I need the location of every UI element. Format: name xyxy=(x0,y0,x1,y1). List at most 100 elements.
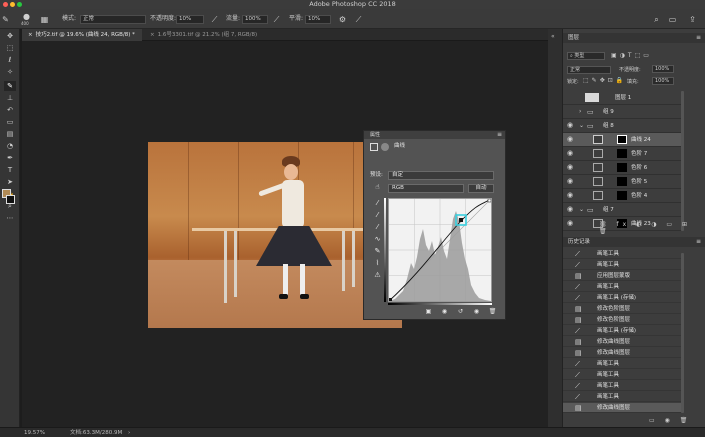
marquee-tool-icon[interactable]: ⬚ xyxy=(4,43,16,53)
layer-filter-icons[interactable]: ▣◑T⬚▭ xyxy=(611,52,652,59)
opacity-input[interactable]: 10% xyxy=(176,15,204,24)
chevron-right-icon[interactable]: › xyxy=(579,105,581,119)
layer-row[interactable]: › ▭ 组 9 xyxy=(563,105,681,119)
clip-to-layer-icon[interactable]: ▣ xyxy=(424,307,433,316)
channel-select[interactable]: RGB xyxy=(388,184,464,193)
pressure-opacity-icon[interactable]: ⟋ xyxy=(210,15,219,24)
layer-row[interactable]: ◉ 色阶 7 xyxy=(563,147,681,161)
layer-mask-thumbnail[interactable] xyxy=(617,163,627,172)
clone-stamp-tool-icon[interactable]: ⊥ xyxy=(4,93,16,103)
tab-close-icon[interactable]: × xyxy=(150,32,155,38)
layer-mask-thumbnail[interactable] xyxy=(617,135,627,144)
lasso-tool-icon[interactable]: ℓ xyxy=(4,55,16,65)
pen-tool-icon[interactable]: ✒ xyxy=(4,153,16,163)
visibility-eye-icon[interactable]: ◉ xyxy=(567,121,575,130)
layer-mask-thumbnail[interactable] xyxy=(617,177,627,186)
reset-icon[interactable]: ↺ xyxy=(456,307,465,316)
history-item[interactable]: ⟋ 画笔工具 (存储) xyxy=(563,326,681,336)
white-point-handle[interactable] xyxy=(487,199,491,203)
lock-icons[interactable]: ⬚✎✥⊡🔒 xyxy=(583,77,626,84)
layer-mask-thumbnail[interactable] xyxy=(617,149,627,158)
view-previous-state-icon[interactable]: ◉ xyxy=(440,307,449,316)
search-icon[interactable]: ⌕ xyxy=(652,15,661,24)
blend-mode-select[interactable]: 正常 xyxy=(567,66,611,74)
history-item[interactable]: ⟋ 画笔工具 xyxy=(563,359,681,369)
tab-close-icon[interactable]: × xyxy=(28,32,33,38)
brush-tool-icon[interactable]: ✎ xyxy=(4,81,16,91)
visibility-eye-icon[interactable]: ◉ xyxy=(567,163,575,172)
history-item[interactable]: ⟋ 画笔工具 xyxy=(563,370,681,380)
layer-row[interactable]: ◉ 色阶 5 xyxy=(563,175,681,189)
type-tool-icon[interactable]: T xyxy=(4,165,16,175)
history-item[interactable]: ⟋ 画笔工具 xyxy=(563,260,681,270)
brush-preset-picker[interactable]: ● xyxy=(22,12,31,21)
history-brush-tool-icon[interactable]: ↶ xyxy=(4,105,16,115)
layer-row-selected[interactable]: ◉ 曲线 24 xyxy=(563,133,681,147)
layer-row[interactable]: ◉ 色阶 4 xyxy=(563,189,681,203)
visibility-eye-icon[interactable]: ◉ xyxy=(472,307,481,316)
curves-graph-svg[interactable] xyxy=(389,199,491,301)
layer-row[interactable]: ◉ 色阶 6 xyxy=(563,161,681,175)
dodge-tool-icon[interactable]: ◔ xyxy=(4,141,16,151)
workspace-icon[interactable]: ▭ xyxy=(668,15,677,24)
move-tool-icon[interactable]: ✥ xyxy=(4,31,16,41)
visibility-eye-icon[interactable]: ◉ xyxy=(567,205,575,214)
tab-document-2[interactable]: × 1.6号3301.tif @ 21.2% (组 7, RGB/8) xyxy=(144,29,294,41)
white-point-eyedropper-icon[interactable]: ⁄ xyxy=(372,223,383,232)
visibility-eye-icon[interactable]: ◉ xyxy=(567,149,575,158)
history-item[interactable]: ▤ 修改曲线图层 xyxy=(563,348,681,358)
preset-select[interactable]: 自定 xyxy=(388,171,494,180)
flow-input[interactable]: 100% xyxy=(242,15,268,24)
layer-opacity-input[interactable]: 100% xyxy=(652,65,674,73)
curve-points-icon[interactable]: ∿ xyxy=(372,235,383,244)
layer-row[interactable]: ◉ ⌄ ▭ 组 7 xyxy=(563,203,681,217)
panel-menu-icon[interactable]: ≡ xyxy=(497,131,502,139)
black-point-eyedropper-icon[interactable]: ⁄ xyxy=(372,199,383,208)
brush-tool-icon[interactable]: ✎ xyxy=(1,15,10,24)
history-item[interactable]: ▤ 修改色阶图层 xyxy=(563,304,681,314)
gear-icon[interactable]: ⚙ xyxy=(338,15,347,24)
tab-document-1[interactable]: × 技巧2.tif @ 19.6% (曲线 24, RGB/8) * xyxy=(22,29,142,41)
clipping-warning-icon[interactable]: ⚠ xyxy=(372,271,383,280)
chevron-down-icon[interactable]: ⌄ xyxy=(579,119,584,133)
status-menu-arrow-icon[interactable]: › xyxy=(128,428,130,437)
panel-menu-icon[interactable]: ≡ xyxy=(696,33,701,43)
panel-menu-icon[interactable]: ≡ xyxy=(696,237,701,247)
history-item[interactable]: ⟋ 画笔工具 (存储) xyxy=(563,293,681,303)
curve-point-handle[interactable] xyxy=(459,218,463,222)
history-item-selected[interactable]: ▤ 修改曲线图层 xyxy=(563,403,681,413)
tab-history[interactable]: 历史记录 xyxy=(568,237,590,247)
target-adjust-icon[interactable]: ☝ xyxy=(372,183,383,192)
layer-kind-filter[interactable]: ⌕ 类型 xyxy=(567,52,605,60)
history-item[interactable]: ▤ 修改曲线图层 xyxy=(563,337,681,347)
airbrush-icon[interactable]: ⟋ xyxy=(272,15,281,24)
history-item[interactable]: ⟋ 画笔工具 xyxy=(563,392,681,402)
layer-mask-thumbnail[interactable] xyxy=(617,191,627,200)
layer-row[interactable]: ◉ ⌄ ▭ 组 8 xyxy=(563,119,681,133)
gray-point-eyedropper-icon[interactable]: ⁄ xyxy=(372,211,383,220)
history-scrollbar[interactable] xyxy=(681,253,684,413)
history-item[interactable]: ⟋ 画笔工具 xyxy=(563,282,681,292)
smooth-curve-icon[interactable]: ⌇ xyxy=(372,259,383,268)
mode-select[interactable]: 正常 xyxy=(80,15,146,24)
visibility-eye-icon[interactable]: ◉ xyxy=(567,191,575,200)
trash-icon[interactable]: 🗑 xyxy=(488,307,497,316)
pressure-size-icon[interactable]: ⟋ xyxy=(354,15,363,24)
gradient-tool-icon[interactable]: ▤ xyxy=(4,129,16,139)
tab-layers[interactable]: 图层 xyxy=(568,33,579,43)
edit-toolbar-icon[interactable]: ⋯ xyxy=(4,213,16,223)
visibility-eye-icon[interactable]: ◉ xyxy=(567,177,575,186)
tab-properties[interactable]: 属性 xyxy=(370,131,380,139)
share-icon[interactable]: ⇪ xyxy=(688,15,697,24)
path-select-tool-icon[interactable]: ➤ xyxy=(4,177,16,187)
visibility-eye-icon[interactable]: ◉ xyxy=(567,135,575,144)
smooth-input[interactable]: 10% xyxy=(305,15,331,24)
history-item[interactable]: ⟋ 画笔工具 xyxy=(563,381,681,391)
background-color-swatch[interactable] xyxy=(6,195,15,204)
document-info[interactable]: 文档:63.3M/280.9M xyxy=(70,428,122,437)
visibility-eye-icon[interactable]: ◉ xyxy=(567,219,575,228)
black-point-handle[interactable] xyxy=(389,298,392,301)
layers-footer-icons[interactable]: ⛓ fx ◐ ◑ ▭ ⊞ 🗑 xyxy=(599,221,705,235)
history-item[interactable]: ▤ 修改色阶图层 xyxy=(563,315,681,325)
history-item[interactable]: ▤ 应用图层蒙版 xyxy=(563,271,681,281)
